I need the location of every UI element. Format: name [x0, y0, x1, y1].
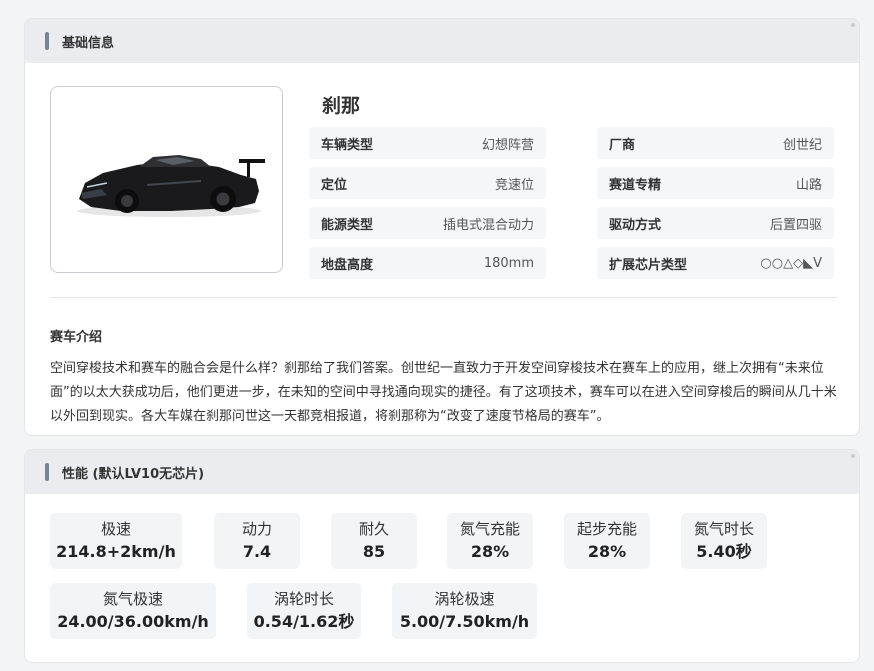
divider — [50, 297, 837, 298]
attr-key: 定位 — [321, 177, 348, 193]
stat-label: 涡轮极速 — [434, 590, 495, 608]
stat-value: 7.4 — [242, 542, 272, 561]
corner-dot-icon — [851, 23, 855, 27]
header-accent-bar — [45, 463, 49, 481]
attr-chassis-height: 地盘高度 180mm — [309, 247, 546, 279]
header-accent-bar — [45, 32, 49, 50]
attr-value: 后置四驱 — [769, 217, 822, 233]
attr-value: 插电式混合动力 — [442, 217, 534, 233]
stat-power: 动力 7.4 — [214, 513, 300, 569]
stat-value: 28% — [470, 542, 510, 561]
attr-chip-type: 扩展芯片类型 ○○△◇◣V — [597, 247, 834, 279]
stat-nitro-top-speed: 氮气极速 24.00/36.00km/h — [50, 583, 216, 639]
stat-label: 氮气时长 — [693, 520, 754, 538]
stat-label: 氮气充能 — [459, 520, 520, 538]
stat-value: 28% — [587, 542, 627, 561]
basic-info-card: 基础信息 刹那 车辆类型 幻想阵营 厂商 创世纪 定位 竞速位 赛道专精 山路 … — [24, 18, 860, 436]
attr-key: 车辆类型 — [321, 137, 374, 153]
attr-key: 赛道专精 — [609, 177, 662, 193]
attr-key: 驱动方式 — [609, 217, 662, 233]
stat-value: 5.40秒 — [696, 542, 752, 561]
attr-key: 厂商 — [609, 137, 636, 153]
corner-dot-icon — [851, 454, 855, 458]
stat-value: 5.00/7.50km/h — [399, 612, 530, 631]
performance-header: 性能 (默认LV10无芯片) — [25, 450, 859, 494]
attr-key: 扩展芯片类型 — [609, 257, 688, 273]
stat-nitro-charge: 氮气充能 28% — [447, 513, 533, 569]
performance-card: 性能 (默认LV10无芯片) 极速 214.8+2km/h 动力 7.4 耐久 … — [24, 449, 860, 663]
car-name: 刹那 — [322, 95, 361, 117]
stat-top-speed: 极速 214.8+2km/h — [50, 513, 182, 569]
stat-label: 氮气极速 — [102, 590, 163, 608]
attr-track-specialty: 赛道专精 山路 — [597, 167, 834, 199]
attr-position: 定位 竞速位 — [309, 167, 546, 199]
stat-start-charge: 起步充能 28% — [564, 513, 650, 569]
attr-vehicle-type: 车辆类型 幻想阵营 — [309, 127, 546, 159]
attr-value: 山路 — [795, 177, 822, 193]
performance-title: 性能 (默认LV10无芯片) — [62, 466, 205, 482]
stat-value: 85 — [362, 542, 386, 561]
stat-turbo-duration: 涡轮时长 0.54/1.62秒 — [247, 583, 361, 639]
intro-title: 赛车介绍 — [50, 330, 103, 345]
attr-key: 地盘高度 — [321, 257, 374, 273]
stat-value: 24.00/36.00km/h — [57, 612, 209, 631]
attr-value: ○○△◇◣V — [760, 255, 822, 271]
attr-value: 竞速位 — [494, 177, 534, 193]
stat-nitro-duration: 氮气时长 5.40秒 — [681, 513, 767, 569]
attr-value: 创世纪 — [782, 137, 822, 153]
stat-durability: 耐久 85 — [331, 513, 417, 569]
attr-manufacturer: 厂商 创世纪 — [597, 127, 834, 159]
attr-key: 能源类型 — [321, 217, 374, 233]
stat-label: 耐久 — [358, 520, 389, 538]
stat-label: 起步充能 — [576, 520, 637, 538]
stat-label: 涡轮时长 — [273, 590, 334, 608]
basic-info-header: 基础信息 — [25, 19, 859, 63]
intro-text: 空间穿梭技术和赛车的融合会是什么样？刹那给了我们答案。创世纪一直致力于开发空间穿… — [50, 361, 837, 424]
car-image — [50, 86, 283, 273]
race-car-icon — [77, 155, 265, 217]
stat-value: 214.8+2km/h — [56, 542, 176, 561]
attr-drive-mode: 驱动方式 后置四驱 — [597, 207, 834, 239]
stat-label: 极速 — [100, 520, 131, 538]
stat-label: 动力 — [241, 520, 272, 538]
attr-value: 幻想阵营 — [481, 137, 534, 153]
attr-energy-type: 能源类型 插电式混合动力 — [309, 207, 546, 239]
stat-turbo-top-speed: 涡轮极速 5.00/7.50km/h — [392, 583, 537, 639]
stat-value: 0.54/1.62秒 — [253, 612, 355, 631]
attr-value: 180mm — [483, 255, 534, 271]
basic-info-title: 基础信息 — [62, 35, 115, 51]
